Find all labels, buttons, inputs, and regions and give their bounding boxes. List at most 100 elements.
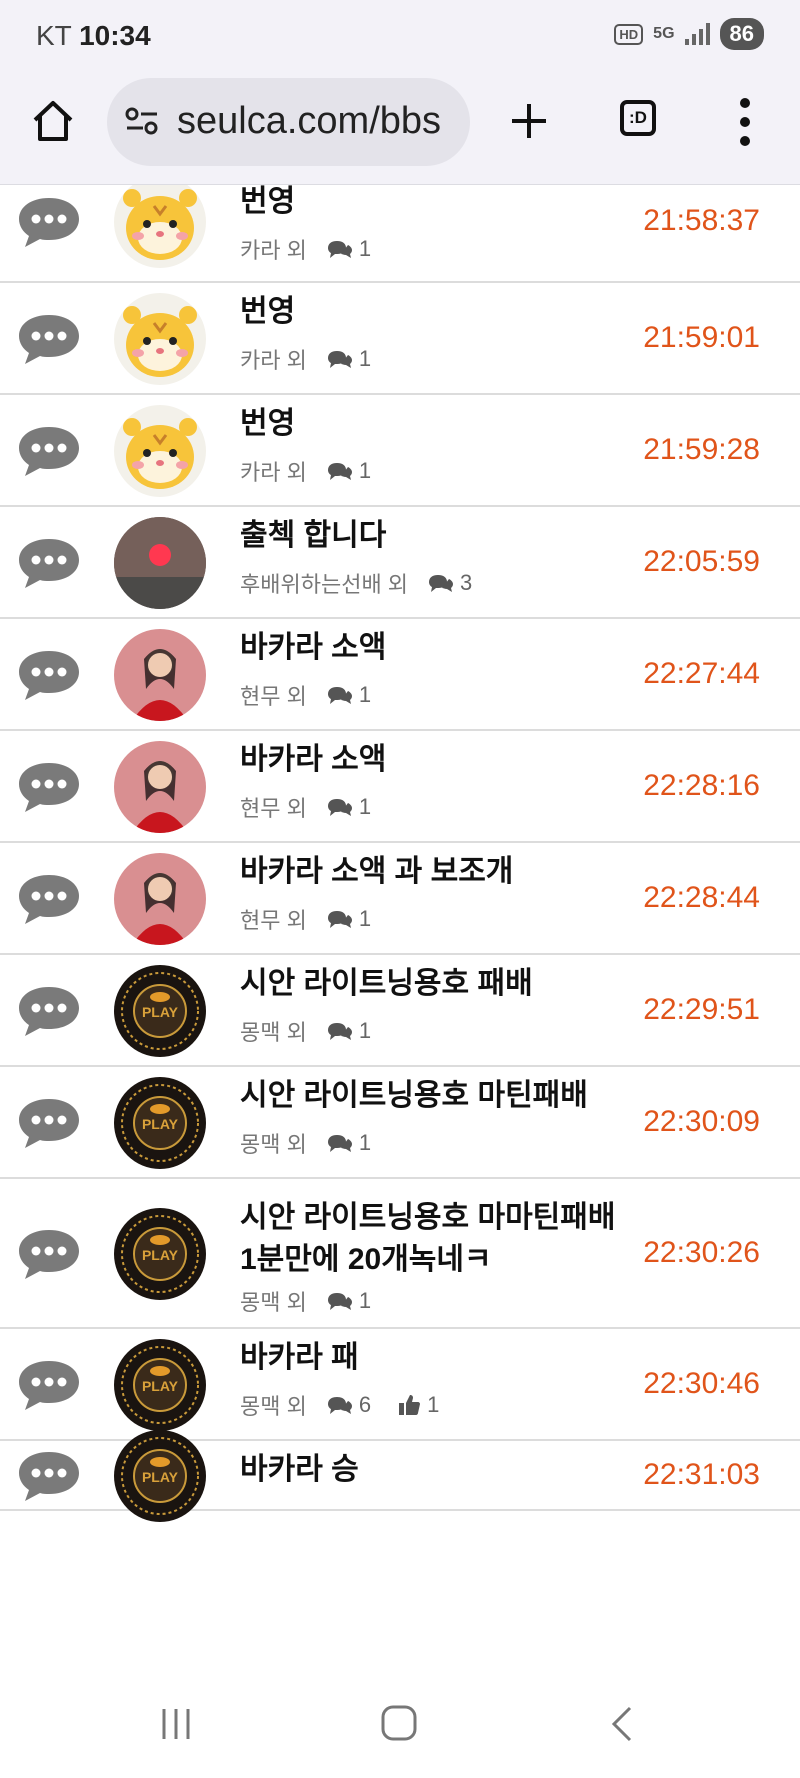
comment-count-icon	[327, 1023, 352, 1040]
post-author: 카라 외	[240, 460, 307, 485]
post-time: 22:30:46	[643, 1367, 760, 1400]
comment-bubble-icon	[19, 1230, 79, 1279]
clock: 10:34	[79, 20, 151, 51]
author-avatar[interactable]	[114, 629, 206, 721]
comment-count-icon	[327, 687, 352, 704]
post-meta: 몽맥 외 1	[240, 1015, 371, 1047]
tabs-button[interactable]: :D	[620, 100, 656, 136]
author-avatar[interactable]: PLAY	[114, 1339, 206, 1431]
comment-count-icon	[327, 799, 352, 816]
post-row[interactable]: 바카라 소액 현무 외 1 22:28:16	[0, 731, 800, 843]
post-title[interactable]: 번영	[240, 291, 630, 333]
post-time: 22:28:16	[643, 769, 760, 802]
author-avatar[interactable]	[114, 293, 206, 385]
post-row[interactable]: PLAY 바카라 승 22:31:03	[0, 1430, 800, 1522]
comment-count: 1	[358, 682, 372, 707]
author-avatar[interactable]: PLAY	[114, 1208, 206, 1300]
post-row[interactable]: PLAY 시안 라이트닝용호 마틴패배몽맥 외 1 22:30:09	[0, 1067, 800, 1179]
author-avatar[interactable]: PLAY	[114, 1077, 206, 1169]
post-meta: 몽맥 외 1	[240, 1127, 371, 1159]
post-time: 22:30:09	[643, 1105, 760, 1138]
comment-bubble-icon	[19, 427, 79, 476]
post-time: 22:27:44	[643, 657, 760, 690]
post-meta: 카라 외 1	[240, 233, 371, 265]
post-row[interactable]: 바카라 소액 과 보조개 현무 외 1 22:28:44	[0, 843, 800, 955]
post-row[interactable]: PLAY 시안 라이트닝용호 패배몽맥 외 1 22:29:51	[0, 955, 800, 1067]
comment-count: 1	[358, 906, 372, 931]
post-row[interactable]: 출첵 합니다후배위하는선배 외 3 22:05:59	[0, 507, 800, 619]
post-meta: 몽맥 외 6 1	[240, 1389, 439, 1421]
network-5g-icon: 5G	[653, 25, 675, 42]
post-time: 22:29:51	[643, 993, 760, 1026]
post-meta: 후배위하는선배 외 3	[240, 567, 472, 599]
post-row[interactable]: 번영카라 외 1 21:58:37	[0, 185, 800, 283]
comment-count-icon	[327, 1135, 352, 1152]
home-button-icon[interactable]	[380, 1704, 418, 1742]
comment-count: 1	[358, 1018, 372, 1043]
post-author: 현무 외	[240, 684, 307, 709]
author-avatar[interactable]	[114, 185, 206, 268]
post-author: 몽맥 외	[240, 1290, 307, 1315]
post-row[interactable]: 번영 카라 외 1 21:59:01	[0, 283, 800, 395]
author-avatar[interactable]: PLAY	[114, 965, 206, 1057]
post-title[interactable]: 시안 라이트닝용호 패배	[240, 963, 630, 1005]
post-title[interactable]: 번영	[240, 185, 630, 223]
post-title[interactable]: 번영	[240, 403, 630, 445]
post-time: 21:58:37	[643, 204, 760, 237]
comment-count-icon	[327, 463, 352, 480]
post-row[interactable]: PLAY 바카라 패몽맥 외 6 1 22:30:46	[0, 1329, 800, 1441]
comment-count: 1	[358, 346, 372, 371]
comment-count: 1	[358, 236, 372, 261]
post-meta: 몽맥 외 1	[240, 1285, 371, 1317]
like-count: 1	[427, 1392, 440, 1417]
post-title[interactable]: 바카라 소액 과 보조개	[240, 851, 630, 893]
post-row[interactable]: 번영 카라 외 1 21:59:28	[0, 395, 800, 507]
post-meta: 현무 외 1	[240, 903, 371, 935]
comment-count-icon	[429, 575, 454, 592]
recent-apps-icon[interactable]	[158, 1706, 194, 1742]
author-avatar[interactable]: PLAY	[114, 1430, 206, 1522]
post-title[interactable]: 출첵 합니다	[240, 515, 630, 557]
address-bar[interactable]: seulca.com/bbs	[107, 78, 470, 166]
post-author: 카라 외	[240, 348, 307, 373]
svg-text:PLAY: PLAY	[142, 1116, 179, 1132]
post-title[interactable]: 바카라 소액	[240, 627, 630, 669]
post-author: 현무 외	[240, 908, 307, 933]
post-title[interactable]: 바카라 승	[240, 1449, 630, 1491]
system-navigation-bar	[0, 1670, 800, 1778]
svg-text:PLAY: PLAY	[142, 1004, 179, 1020]
new-tab-icon[interactable]	[506, 98, 552, 144]
author-avatar[interactable]	[114, 405, 206, 497]
carrier-time: KT 10:34	[36, 20, 151, 52]
post-row[interactable]: 바카라 소액현무 외 1 22:27:44	[0, 619, 800, 731]
url-text[interactable]: seulca.com/bbs	[177, 100, 441, 143]
comment-bubble-icon	[19, 315, 79, 364]
home-icon[interactable]	[30, 98, 76, 144]
post-title[interactable]: 바카라 패	[240, 1337, 630, 1379]
site-settings-icon[interactable]	[125, 106, 159, 136]
post-list: 번영 카라 외 1 21:58:37 번영 카라 외 1 21:59:01 번영 카라 외 1 21:…	[0, 185, 800, 1670]
author-avatar[interactable]	[114, 517, 206, 609]
post-time: 22:05:59	[643, 545, 760, 578]
carrier: KT	[36, 20, 72, 51]
comment-bubble-icon	[19, 539, 79, 588]
post-title[interactable]: 바카라 소액	[240, 739, 630, 781]
comment-bubble-icon	[19, 1099, 79, 1148]
comment-bubble-icon	[19, 1452, 79, 1501]
post-time: 22:30:26	[643, 1236, 760, 1269]
status-bar: KT 10:34 HD 5G 86	[0, 0, 800, 72]
post-title[interactable]: 시안 라이트닝용호 마마틴패배 1분만에 20개녹네ㅋ	[240, 1197, 630, 1281]
post-title[interactable]: 시안 라이트닝용호 마틴패배	[240, 1075, 630, 1117]
post-author: 몽맥 외	[240, 1132, 307, 1157]
comment-bubble-icon	[19, 987, 79, 1036]
comment-count: 3	[460, 570, 473, 595]
svg-text:PLAY: PLAY	[142, 1469, 179, 1485]
author-avatar[interactable]	[114, 741, 206, 833]
more-menu-icon[interactable]	[738, 96, 752, 148]
post-row[interactable]: PLAY 시안 라이트닝용호 마마틴패배 1분만에 20개녹네ㅋ 몽맥 외 1 22:3…	[0, 1179, 800, 1329]
author-avatar[interactable]	[114, 853, 206, 945]
back-icon[interactable]	[610, 1704, 634, 1744]
comment-bubble-icon	[19, 1361, 79, 1410]
post-author: 현무 외	[240, 796, 307, 821]
comment-count-icon	[327, 1293, 352, 1310]
